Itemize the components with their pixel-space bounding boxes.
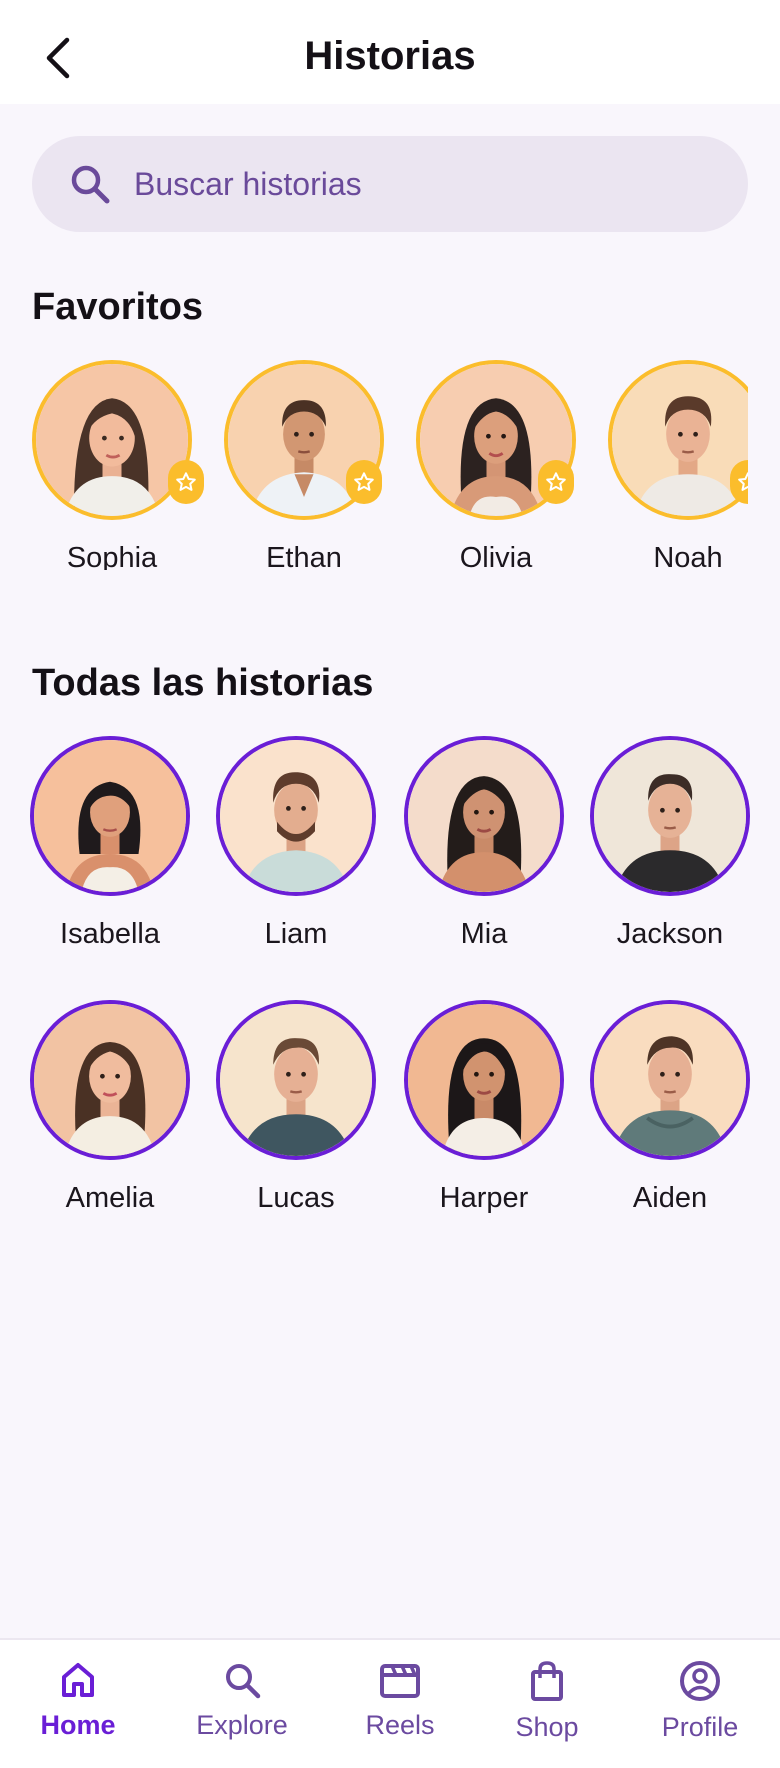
shopping-bag-icon [531, 1661, 563, 1701]
all-stories-title: Todas las historias [32, 662, 374, 704]
nav-shop[interactable]: Shop [508, 1660, 586, 1743]
story-name: Ethan [266, 542, 342, 570]
story-lucas[interactable]: Lucas [214, 1000, 378, 1215]
story-name: Olivia [459, 542, 533, 570]
favorite-star-badge [346, 460, 382, 504]
story-amelia[interactable]: Amelia [28, 1000, 192, 1215]
favorite-story-olivia[interactable]: Olivia [414, 360, 578, 570]
story-jackson[interactable]: Jackson [588, 736, 752, 951]
story-name: Noah [653, 542, 723, 570]
portrait-image [220, 1004, 372, 1156]
portrait-image [220, 740, 372, 892]
nav-reels[interactable]: Reels [360, 1660, 440, 1741]
story-isabella[interactable]: Isabella [28, 736, 192, 951]
portrait-image [612, 364, 748, 516]
star-icon [354, 472, 374, 491]
story-name: Jackson [616, 918, 724, 950]
nav-label: Profile [661, 1712, 739, 1742]
avatar [30, 1000, 190, 1160]
story-name: Harper [439, 1182, 529, 1214]
story-mia[interactable]: Mia [402, 736, 566, 951]
nav-profile[interactable]: Profile [656, 1660, 744, 1743]
avatar [590, 736, 750, 896]
story-liam[interactable]: Liam [214, 736, 378, 951]
favorites-title: Favoritos [32, 286, 204, 328]
avatar [32, 360, 192, 520]
favorite-story-ethan[interactable]: Ethan [222, 360, 386, 570]
avatar [30, 736, 190, 896]
clapperboard-icon [380, 1664, 420, 1698]
search-bar[interactable] [32, 136, 748, 232]
stories-screen: Historias Favoritos [0, 0, 780, 1768]
portrait-image [594, 1004, 746, 1156]
bottom-navigation: Home Explore Reels Shop Profile [0, 1638, 780, 1768]
nav-label: Reels [365, 1710, 435, 1740]
app-header: Historias [0, 0, 780, 104]
avatar [590, 1000, 750, 1160]
portrait-image [34, 740, 186, 892]
story-name: Aiden [632, 1182, 708, 1214]
portrait-image [408, 740, 560, 892]
nav-label: Explore [196, 1710, 288, 1740]
favorite-story-noah[interactable]: Noah [606, 360, 748, 570]
portrait-image [36, 364, 188, 516]
home-icon [62, 1663, 94, 1697]
portrait-image [34, 1004, 186, 1156]
favorite-star-badge [168, 460, 204, 504]
story-name: Lucas [257, 1182, 335, 1214]
star-icon [738, 472, 748, 491]
avatar [216, 736, 376, 896]
story-name: Mia [460, 918, 508, 950]
search-input[interactable] [134, 165, 694, 203]
portrait-image [408, 1004, 560, 1156]
avatar [216, 1000, 376, 1160]
favorite-star-badge [538, 460, 574, 504]
favorite-story-sophia[interactable]: Sophia [30, 360, 204, 570]
search-icon [71, 165, 110, 204]
avatar [404, 1000, 564, 1160]
story-name: Sophia [66, 542, 158, 570]
page-title: Historias [304, 34, 476, 78]
story-name: Isabella [60, 918, 160, 950]
story-harper[interactable]: Harper [402, 1000, 566, 1215]
nav-home[interactable]: Home [38, 1660, 118, 1741]
nav-label: Home [40, 1710, 116, 1740]
favorites-row: Sophia Ethan Olivia Noah [0, 360, 748, 570]
nav-label: Shop [515, 1712, 579, 1742]
story-aiden[interactable]: Aiden [588, 1000, 752, 1215]
profile-icon [680, 1661, 720, 1701]
story-name: Amelia [65, 1182, 155, 1214]
portrait-image [594, 740, 746, 892]
search-icon [226, 1664, 261, 1699]
avatar [404, 736, 564, 896]
avatar [608, 360, 748, 520]
nav-explore[interactable]: Explore [194, 1660, 290, 1741]
star-icon [546, 472, 566, 491]
story-name: Liam [264, 918, 328, 950]
star-icon [176, 472, 196, 491]
